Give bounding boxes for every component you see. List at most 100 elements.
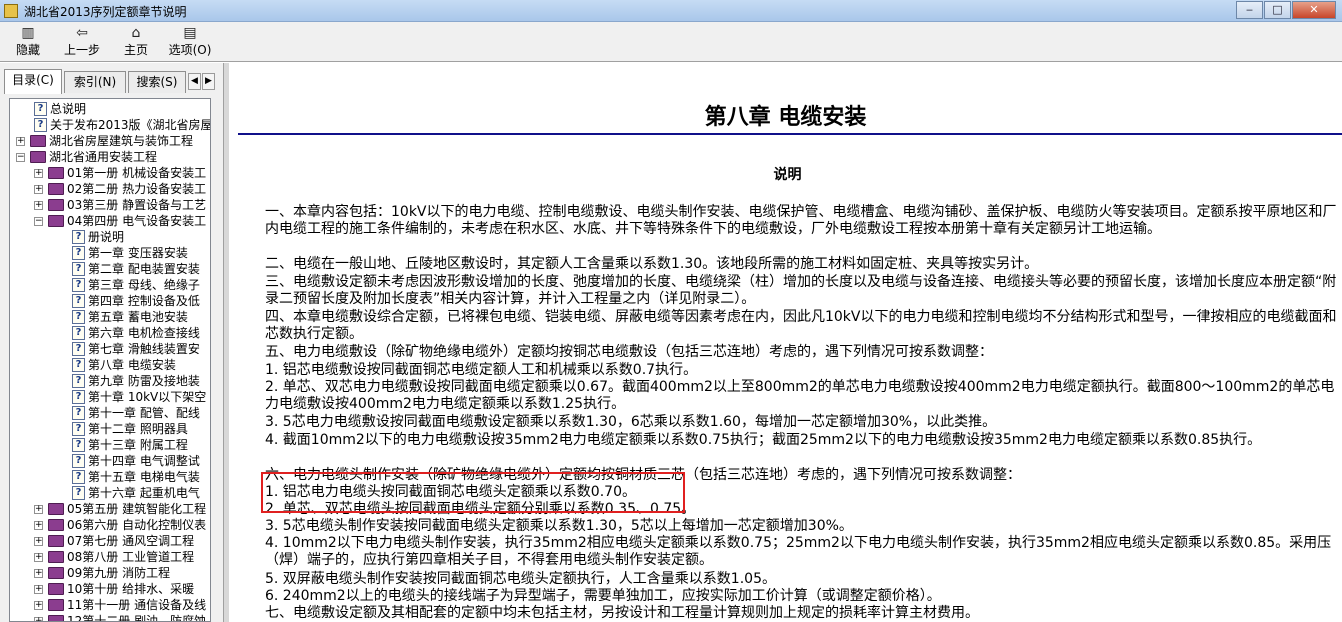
tree-item-label: 第五章 蓄电池安装 [88, 310, 188, 324]
hide-button[interactable]: ▥ 隐藏 [2, 24, 54, 60]
tree-item[interactable]: ? 第十二章 照明器具 [72, 421, 188, 437]
help-topic-icon: ? [72, 246, 85, 260]
tree-item[interactable]: ? 第八章 电缆安装 [72, 357, 176, 373]
content-paragraph: 五、电力电缆敷设（除矿物绝缘电缆外）定额均按铜芯电缆敷设（包括三芯连地）考虑的，… [265, 344, 993, 360]
options-label: 选项(O) [168, 43, 212, 57]
collapse-icon[interactable]: − [16, 153, 25, 162]
tab-scroll-left-button[interactable]: ◀ [188, 73, 201, 90]
tree-item[interactable]: ? 第十章 10kV以下架空 [72, 389, 206, 405]
content-paragraph: 4. 10mm2以下电力电缆头制作安装，执行35mm2相应电缆头定额乘以系数0.… [265, 535, 1332, 569]
expand-icon[interactable]: + [34, 617, 43, 621]
tree-item[interactable]: ? 第十四章 电气调整试 [72, 453, 200, 469]
tree-item[interactable]: ? 第七章 滑触线装置安 [72, 341, 200, 357]
tree-item[interactable]: ? 第六章 电机检查接线 [72, 325, 200, 341]
tree-item[interactable]: ? 第十六章 起重机电气 [72, 485, 200, 501]
expand-icon[interactable]: + [34, 169, 43, 178]
tree-item[interactable]: ? 第二章 配电装置安装 [72, 261, 200, 277]
expand-icon[interactable]: + [34, 201, 43, 210]
tree-item[interactable]: 05第五册 建筑智能化工程 [48, 501, 206, 517]
tree-item[interactable]: ? 第四章 控制设备及低 [72, 293, 200, 309]
help-topic-icon: ? [72, 262, 85, 276]
help-topic-icon: ? [72, 326, 85, 340]
back-button[interactable]: ⇦ 上一步 [56, 24, 108, 60]
tree-item-label: 第四章 控制设备及低 [88, 294, 200, 308]
tree-item-label: 第八章 电缆安装 [88, 358, 176, 372]
book-icon [48, 551, 64, 563]
tree-item[interactable]: 10第十册 给排水、采暖 [48, 581, 194, 597]
tree-item[interactable]: 04第四册 电气设备安装工 [48, 213, 206, 229]
book-icon [48, 535, 64, 547]
tree-item[interactable]: ? 第九章 防雷及接地装 [72, 373, 200, 389]
tab-index[interactable]: 索引(N) [64, 71, 126, 93]
tree-item[interactable]: ? 册说明 [72, 229, 124, 245]
tree-item-label: 关于发布2013版《湖北省房屋 [50, 118, 211, 132]
tab-scroll-right-button[interactable]: ▶ [202, 73, 215, 90]
contents-tree[interactable]: ? 总说明? 关于发布2013版《湖北省房屋 + 湖北省房屋建筑与装饰工程 − 湖北省通用安… [9, 98, 211, 622]
tree-item[interactable]: 湖北省通用安装工程 [30, 149, 157, 165]
navigation-pane: 目录(C) 索引(N) 搜索(S) ◀ ▶ ? 总说明? 关于发布2013版《湖北省… [0, 63, 224, 622]
tree-item[interactable]: ? 第十一章 配管、配线 [72, 405, 200, 421]
tree-item-label: 12第十二册 刷油、防腐蚀 [67, 614, 207, 622]
book-icon [48, 199, 64, 211]
tree-item[interactable]: ? 关于发布2013版《湖北省房屋 [34, 117, 211, 133]
expand-icon[interactable]: + [34, 185, 43, 194]
book-icon [48, 215, 64, 227]
tree-item[interactable]: 11第十一册 通信设备及线 [48, 597, 206, 613]
expand-icon[interactable]: + [34, 521, 43, 530]
book-icon [48, 519, 64, 531]
expand-icon[interactable]: + [34, 569, 43, 578]
tree-item[interactable]: 06第六册 自动化控制仪表 [48, 517, 206, 533]
tree-item-label: 07第七册 通风空调工程 [67, 534, 195, 548]
tree-item-label: 第十六章 起重机电气 [88, 486, 200, 500]
expand-icon[interactable]: + [34, 601, 43, 610]
expand-icon[interactable]: + [34, 585, 43, 594]
help-topic-icon: ? [72, 342, 85, 356]
content-pane: 第八章 电缆安装 说明 一、本章内容包括：10kV以下的电力电缆、控制电缆敷设、… [229, 63, 1342, 622]
collapse-icon[interactable]: − [34, 217, 43, 226]
help-topic-icon: ? [72, 422, 85, 436]
tree-item[interactable]: 02第二册 热力设备安装工 [48, 181, 206, 197]
maximize-button[interactable]: □ [1264, 1, 1291, 19]
help-topic-icon: ? [72, 310, 85, 324]
home-button[interactable]: ⌂ 主页 [110, 24, 162, 60]
tree-item[interactable]: ? 第十五章 电梯电气装 [72, 469, 200, 485]
title-bar: 湖北省2013序列定额章节说明 ‒ □ ✕ [0, 0, 1342, 22]
options-button[interactable]: ▤ 选项(O) [164, 24, 216, 60]
tree-item[interactable]: ? 第五章 蓄电池安装 [72, 309, 188, 325]
tree-item[interactable]: 01第一册 机械设备安装工 [48, 165, 206, 181]
expand-icon[interactable]: + [34, 505, 43, 514]
tree-item-label: 第三章 母线、绝缘子 [88, 278, 200, 292]
hide-label: 隐藏 [15, 43, 40, 57]
tree-item[interactable]: ? 第三章 母线、绝缘子 [72, 277, 200, 293]
book-icon [48, 599, 64, 611]
tree-item-label: 湖北省通用安装工程 [49, 150, 158, 164]
tab-contents[interactable]: 目录(C) [4, 69, 62, 94]
help-topic-icon: ? [72, 358, 85, 372]
help-topic-icon: ? [72, 374, 85, 388]
tree-item-label: 第十一章 配管、配线 [88, 406, 200, 420]
expand-icon[interactable]: + [34, 553, 43, 562]
tree-item[interactable]: 08第八册 工业管道工程 [48, 549, 194, 565]
close-button[interactable]: ✕ [1292, 1, 1336, 19]
tree-item-label: 第二章 配电装置安装 [88, 262, 200, 276]
chapter-title: 第八章 电缆安装 [704, 104, 867, 130]
help-topic-icon: ? [72, 406, 85, 420]
tree-item-label: 第十五章 电梯电气装 [88, 470, 200, 484]
expand-icon[interactable]: + [34, 537, 43, 546]
tree-item[interactable]: ? 总说明 [34, 101, 86, 117]
tab-search[interactable]: 搜索(S) [128, 71, 186, 93]
tree-item-label: 03第三册 静置设备与工艺 [67, 198, 207, 212]
content-paragraph: 四、本章电缆敷设综合定额，已将裸包电缆、铠装电缆、屏蔽电缆等因素考虑在内，因此凡… [265, 309, 1337, 343]
expand-icon[interactable]: + [16, 137, 25, 146]
help-topic-icon: ? [72, 294, 85, 308]
tree-item[interactable]: ? 第十三章 附属工程 [72, 437, 188, 453]
tree-item[interactable]: ? 第一章 变压器安装 [72, 245, 188, 261]
minimize-button[interactable]: ‒ [1236, 1, 1263, 19]
tree-item[interactable]: 09第九册 消防工程 [48, 565, 170, 581]
tree-item[interactable]: 07第七册 通风空调工程 [48, 533, 194, 549]
tree-item[interactable]: 湖北省房屋建筑与装饰工程 [30, 133, 193, 149]
home-label: 主页 [123, 43, 148, 57]
back-label: 上一步 [63, 43, 100, 57]
tree-item[interactable]: 03第三册 静置设备与工艺 [48, 197, 206, 213]
tree-item[interactable]: 12第十二册 刷油、防腐蚀 [48, 613, 207, 622]
